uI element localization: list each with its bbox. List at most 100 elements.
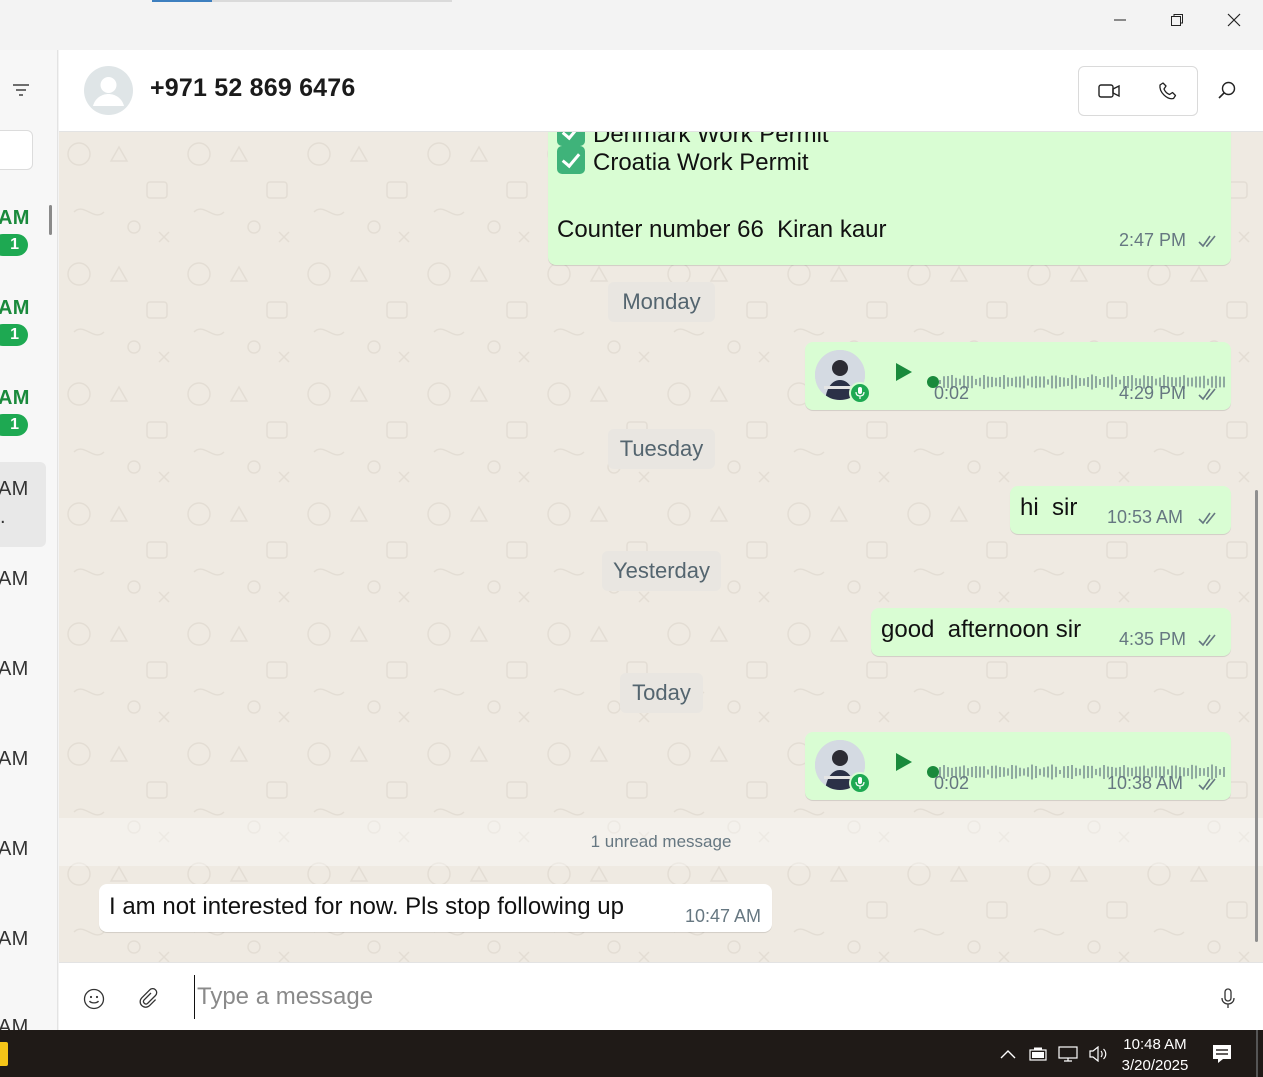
battery-icon[interactable] bbox=[1027, 1044, 1049, 1064]
chat-item-time: AM bbox=[0, 838, 29, 860]
chat-list-item-selected[interactable] bbox=[0, 462, 46, 547]
tab-indicator bbox=[152, 0, 452, 2]
play-icon[interactable] bbox=[892, 751, 914, 773]
chat-search-input[interactable] bbox=[0, 130, 33, 170]
waveform-bar bbox=[1187, 377, 1189, 387]
outgoing-message[interactable]: good afternoon sir 4:35 PM bbox=[871, 608, 1231, 656]
message-time: 2:47 PM bbox=[1119, 230, 1187, 250]
message-composer bbox=[59, 962, 1263, 1030]
volume-icon[interactable] bbox=[1087, 1044, 1109, 1064]
waveform-bar bbox=[1059, 377, 1061, 387]
waveform-bar bbox=[991, 376, 993, 388]
unread-badge: 1 bbox=[0, 414, 28, 436]
waveform-bar bbox=[1055, 375, 1057, 389]
waveform-bar bbox=[1207, 378, 1209, 386]
waveform-bar bbox=[1019, 767, 1021, 777]
waveform-bar bbox=[1103, 377, 1105, 387]
waveform-bar bbox=[1027, 378, 1029, 386]
waveform-bar bbox=[987, 376, 989, 388]
waveform-bar bbox=[1063, 766, 1065, 778]
emoji-icon[interactable] bbox=[82, 987, 106, 1011]
close-icon[interactable] bbox=[1206, 0, 1262, 40]
waveform-bar bbox=[1075, 767, 1077, 777]
call-buttons bbox=[1078, 66, 1198, 116]
waveform-bar bbox=[979, 377, 981, 387]
waveform-bar bbox=[1079, 377, 1081, 387]
restore-icon[interactable] bbox=[1149, 0, 1205, 40]
message-line: Croatia Work Permit bbox=[557, 146, 809, 177]
conversation-panel[interactable]: Denmark Work Permit Croatia Work Permit … bbox=[59, 132, 1263, 962]
audio-duration: 0:02 bbox=[934, 383, 970, 403]
conversation-scrollbar[interactable] bbox=[1255, 490, 1258, 942]
chat-item-time: AM bbox=[0, 568, 29, 590]
waveform-bar bbox=[995, 765, 997, 779]
waveform-bar bbox=[1195, 376, 1197, 388]
outgoing-message[interactable]: Denmark Work Permit Croatia Work Permit … bbox=[548, 132, 1231, 265]
video-call-icon[interactable] bbox=[1079, 67, 1138, 115]
voice-message[interactable]: 0:02 4:29 PM bbox=[805, 342, 1231, 410]
waveform-bar bbox=[1059, 769, 1061, 775]
waveform-bar bbox=[1043, 767, 1045, 777]
waveform-bar bbox=[1047, 379, 1049, 385]
message-time: 10:47 AM bbox=[685, 906, 762, 926]
filter-icon[interactable] bbox=[11, 82, 31, 98]
double-check-icon bbox=[1198, 778, 1216, 791]
waveform-bar bbox=[1071, 764, 1073, 780]
chat-item-time: AM bbox=[0, 748, 29, 770]
waveform-bar bbox=[1071, 374, 1073, 390]
message-time: 4:29 PM bbox=[1119, 383, 1187, 403]
voice-call-icon[interactable] bbox=[1138, 67, 1197, 115]
waveform-bar bbox=[1015, 376, 1017, 388]
waveform-bar bbox=[1051, 764, 1053, 780]
notification-icon[interactable] bbox=[1210, 1042, 1234, 1066]
contact-avatar[interactable] bbox=[84, 66, 133, 115]
chat-list-scrollbar[interactable] bbox=[49, 205, 52, 235]
message-text: Croatia Work Permit bbox=[593, 149, 809, 176]
chevron-up-icon[interactable] bbox=[997, 1044, 1019, 1064]
waveform-bar bbox=[1099, 767, 1101, 777]
waveform-bar bbox=[1031, 764, 1033, 780]
chat-item-time: AM bbox=[0, 658, 29, 680]
waveform-bar bbox=[1219, 769, 1221, 775]
waveform-bar bbox=[1035, 765, 1037, 779]
waveform-bar bbox=[1063, 377, 1065, 387]
network-icon[interactable] bbox=[1057, 1044, 1079, 1064]
waveform-bar bbox=[1067, 378, 1069, 386]
waveform-bar bbox=[1039, 768, 1041, 776]
chat-list-panel: AM 1 AM 1 AM 1 AM . AM AM AM AM AM AM bbox=[0, 50, 58, 1030]
unread-badge: 1 bbox=[0, 234, 28, 256]
play-icon[interactable] bbox=[892, 361, 914, 383]
message-input[interactable] bbox=[194, 975, 1194, 1019]
minimize-icon[interactable] bbox=[1092, 0, 1148, 40]
search-icon[interactable] bbox=[1215, 78, 1239, 102]
microphone-icon bbox=[849, 772, 871, 794]
waveform-bar bbox=[975, 766, 977, 778]
waveform-bar bbox=[1187, 768, 1189, 776]
waveform-bar bbox=[971, 375, 973, 389]
waveform-bar bbox=[1003, 767, 1005, 777]
waveform-bar bbox=[999, 376, 1001, 388]
contact-name[interactable]: +971 52 869 6476 bbox=[150, 74, 355, 103]
waveform-bar bbox=[1023, 768, 1025, 776]
incoming-message[interactable]: I am not interested for now. Pls stop fo… bbox=[99, 884, 772, 932]
taskbar-app-icon[interactable] bbox=[0, 1042, 8, 1066]
waveform-bar bbox=[1107, 376, 1109, 388]
double-check-icon bbox=[1198, 634, 1216, 647]
show-desktop-button[interactable] bbox=[1256, 1030, 1258, 1077]
chat-item-time: AM bbox=[0, 1016, 29, 1030]
waveform-bar bbox=[979, 766, 981, 778]
paperclip-icon[interactable] bbox=[136, 987, 160, 1011]
waveform-bar bbox=[1035, 375, 1037, 389]
microphone-icon[interactable] bbox=[1216, 987, 1240, 1011]
waveform-bar bbox=[1099, 379, 1101, 385]
outgoing-message[interactable]: hi sir 10:53 AM bbox=[1010, 486, 1231, 534]
waveform-bar bbox=[1095, 768, 1097, 776]
system-clock[interactable]: 10:48 AM 3/20/2025 bbox=[1110, 1034, 1200, 1076]
voice-message[interactable]: 0:02 10:38 AM bbox=[805, 732, 1231, 800]
waveform-bar bbox=[975, 378, 977, 386]
double-check-icon bbox=[1198, 235, 1216, 248]
waveform-bar bbox=[1091, 374, 1093, 390]
waveform-bar bbox=[1015, 765, 1017, 779]
chat-item-time: AM bbox=[0, 297, 30, 319]
waveform-bar bbox=[1203, 768, 1205, 776]
